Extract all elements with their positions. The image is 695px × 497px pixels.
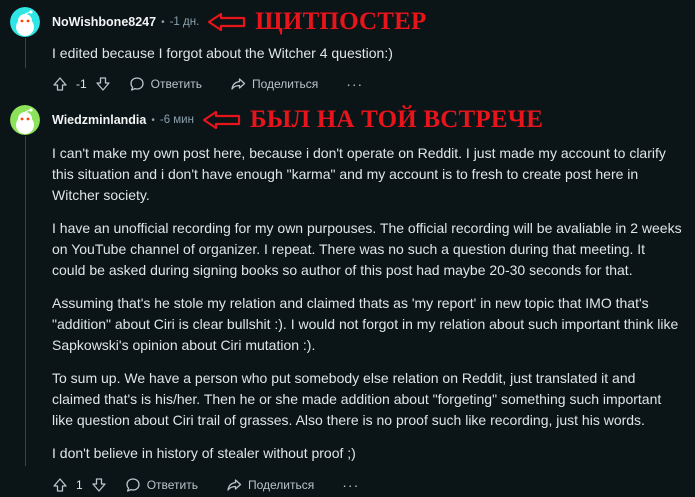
comment-header: Wiedzminlandia • -6 мин БЫЛ НА ТОЙ ВСТРЕ… <box>10 104 543 136</box>
comment-paragraph: Assuming that's he stole my relation and… <box>52 295 679 353</box>
timestamp[interactable]: -6 мин <box>160 114 194 126</box>
share-icon <box>227 479 242 491</box>
downvote-icon <box>92 478 106 492</box>
comment-thread: NoWishbone8247 • -1 дн. ЩИТПОСТЕР I edit… <box>0 0 695 497</box>
timestamp[interactable]: -1 дн. <box>170 16 200 28</box>
avatar[interactable] <box>10 7 40 37</box>
comment-paragraph: I edited because I forgot about the Witc… <box>52 45 393 61</box>
comment-body: I can't make my own post here, because i… <box>52 143 682 476</box>
comment-header: NoWishbone8247 • -1 дн. ЩИТПОСТЕР <box>10 6 427 38</box>
annotation: ЩИТПОСТЕР <box>207 8 426 36</box>
upvote-button[interactable] <box>52 477 68 493</box>
upvote-button[interactable] <box>52 76 68 92</box>
vote-count: 1 <box>76 478 83 492</box>
comment-paragraph: I have an unofficial recording for my ow… <box>52 220 682 278</box>
reply-button[interactable]: Ответить <box>125 477 198 493</box>
vote-count: -1 <box>76 77 87 91</box>
comment-bubble-icon <box>126 478 140 492</box>
reply-button[interactable]: Ответить <box>129 76 202 92</box>
reply-label: Ответить <box>146 478 198 492</box>
reply-label: Ответить <box>150 77 202 91</box>
upvote-icon <box>53 478 67 492</box>
separator-dot: • <box>161 16 165 28</box>
comment-paragraph: To sum up. We have a person who put some… <box>52 370 662 428</box>
share-label: Поделиться <box>247 478 315 492</box>
upvote-icon <box>53 77 67 91</box>
downvote-button[interactable] <box>95 76 111 92</box>
share-button[interactable]: Поделиться <box>226 477 314 493</box>
comment-actions: -1 Ответить Поделиться ··· <box>52 73 363 95</box>
share-label: Поделиться <box>251 77 319 91</box>
red-arrow-icon <box>208 12 246 32</box>
comment-actions: 1 Ответить Поделиться ··· <box>52 474 359 496</box>
annotation-label: БЫЛ НА ТОЙ ВСТРЕЧЕ <box>249 106 544 133</box>
username[interactable]: NoWishbone8247 <box>52 15 156 29</box>
thread-line[interactable] <box>25 38 26 68</box>
avatar[interactable] <box>10 105 40 135</box>
share-button[interactable]: Поделиться <box>230 76 318 92</box>
downvote-button[interactable] <box>91 477 107 493</box>
thread-line[interactable] <box>25 136 26 466</box>
comment-bubble-icon <box>130 77 144 91</box>
red-arrow-icon <box>202 110 241 130</box>
separator-dot: • <box>151 114 155 126</box>
comment-paragraph: I can't make my own post here, because i… <box>52 145 666 203</box>
annotation: БЫЛ НА ТОЙ ВСТРЕЧЕ <box>202 106 543 134</box>
downvote-icon <box>96 77 110 91</box>
comment-paragraph: I don't believe in history of stealer wi… <box>52 445 356 461</box>
more-options-icon[interactable]: ··· <box>346 76 363 92</box>
more-options-icon[interactable]: ··· <box>342 477 359 493</box>
comment-body: I edited because I forgot about the Witc… <box>52 43 682 76</box>
username[interactable]: Wiedzminlandia <box>52 113 146 127</box>
annotation-label: ЩИТПОСТЕР <box>255 8 427 35</box>
share-icon <box>231 78 246 90</box>
